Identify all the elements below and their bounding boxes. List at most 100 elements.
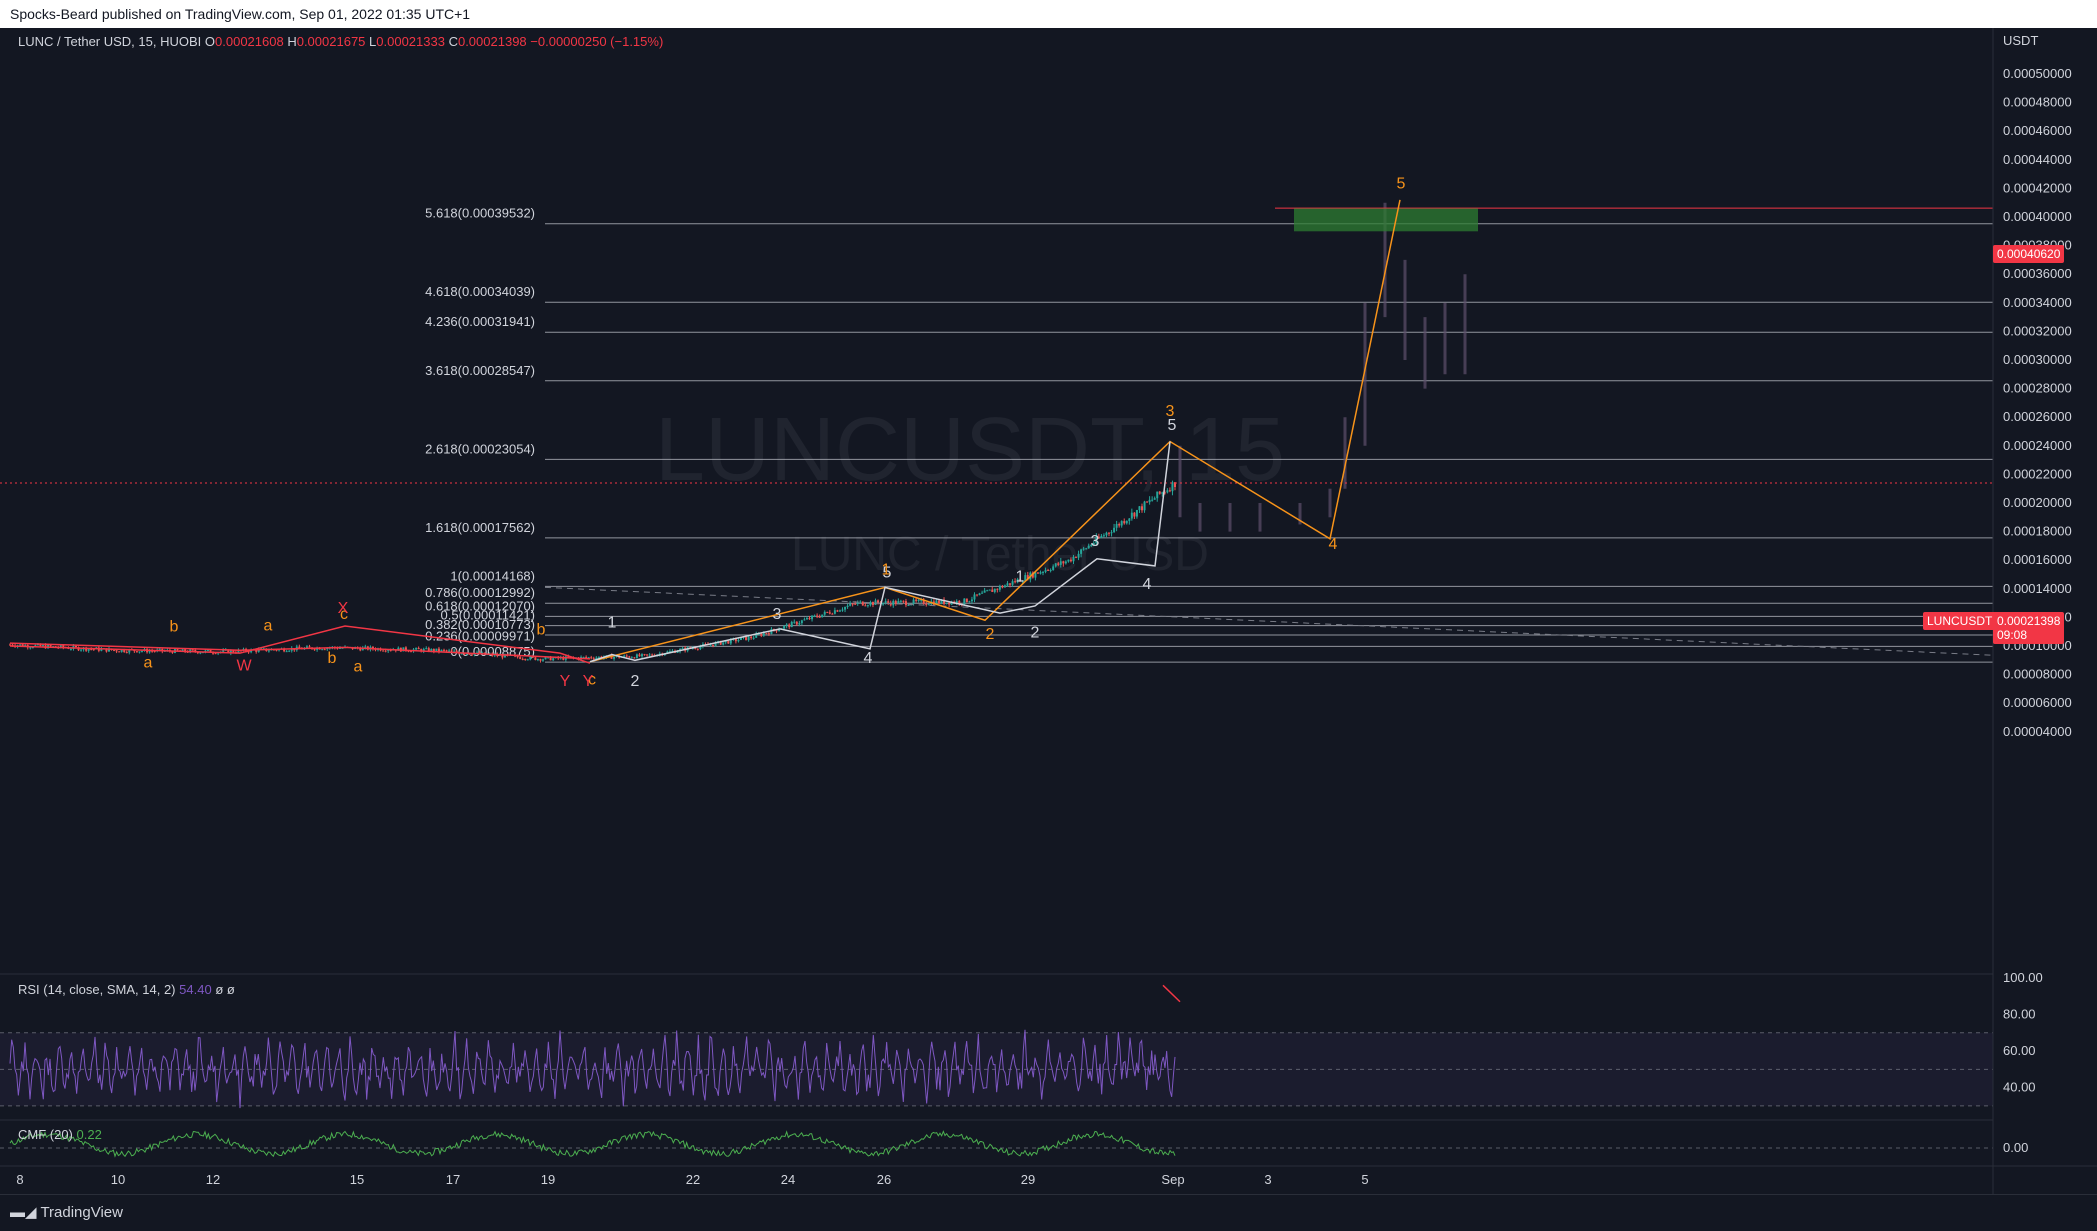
candle-body (838, 610, 841, 612)
candle-body (29, 647, 32, 649)
candle-body (305, 646, 308, 648)
time-tick: 5 (1361, 1172, 1368, 1187)
candle-body (760, 633, 763, 636)
candle-body (785, 624, 788, 626)
candle-body (125, 652, 128, 654)
wave-label: W (236, 657, 252, 674)
candle-body (917, 599, 920, 601)
candle-body (887, 601, 890, 603)
wave-label: 3 (1166, 403, 1175, 420)
candle-body (1049, 569, 1052, 571)
candle-body (1087, 545, 1090, 549)
wave-label: 1 (1016, 569, 1025, 586)
candle-body (590, 657, 593, 659)
candle-body (800, 620, 803, 624)
time-tick: 8 (16, 1172, 23, 1187)
candle-body (831, 613, 834, 615)
fib-label: 4.236(0.00031941) (425, 314, 535, 329)
candle-body (861, 601, 864, 606)
candle-body (998, 586, 1001, 590)
rsi-tick: 40.00 (2003, 1080, 2036, 1095)
candle-body (41, 645, 44, 647)
candle-body (826, 611, 829, 613)
candle-body (1062, 561, 1065, 564)
rsi-tick: 100.00 (2003, 970, 2043, 985)
price-tick: 0.00018000 (2003, 524, 2072, 539)
cmf-tick: 0.00 (2003, 1140, 2028, 1155)
countdown: 09:08 (1997, 628, 2028, 642)
candle-body (1158, 491, 1161, 494)
candle-body (818, 616, 821, 618)
rsi-tick: 60.00 (2003, 1043, 2036, 1058)
wave-label: b (328, 650, 337, 667)
wave-label: 4 (1329, 536, 1338, 553)
candle-body (871, 602, 874, 605)
candle-body (470, 654, 473, 656)
chart-svg[interactable]: LUNCUSDT, 15 LUNC / Tether USD 5.618(0.0… (0, 0, 2097, 1194)
candle-body (643, 654, 646, 656)
price-tick: 0.00028000 (2003, 381, 2072, 396)
candle-body (1001, 586, 1004, 588)
fib-label: 1.618(0.00017562) (425, 520, 535, 535)
candle-body (1115, 523, 1118, 528)
candle-body (788, 624, 791, 628)
candle-body (983, 590, 986, 593)
time-axis[interactable]: 8 10 12 15 17 19 22 24 26 29 Sep 3 5 (16, 1172, 1368, 1187)
candle-body (927, 604, 930, 606)
candle-body (1067, 559, 1070, 562)
alert-price-tag[interactable]: 0.00040620 (1993, 245, 2065, 263)
rsi-legend: RSI (14, close, SMA, 14, 2) 54.40 ø ø (18, 982, 235, 997)
candle-body (1072, 556, 1075, 562)
candle-body (709, 644, 712, 646)
candle-body (864, 605, 867, 607)
candle-body (628, 656, 631, 658)
candle-body (313, 649, 316, 651)
rsi-tick: 80.00 (2003, 1007, 2036, 1022)
candle-body (625, 655, 628, 657)
price-tick: 0.00004000 (2003, 724, 2072, 739)
candle-body (904, 601, 907, 606)
tradingview-logo[interactable]: ▬◢ TradingView (10, 1203, 123, 1221)
price-tick: 0.00032000 (2003, 323, 2072, 338)
candle-body (1141, 506, 1144, 511)
wave-label: 2 (631, 673, 640, 690)
candle-body (803, 619, 806, 621)
candle-body (894, 600, 897, 604)
watermark-description: LUNC / Tether USD (791, 528, 1209, 581)
time-tick: 26 (877, 1172, 891, 1187)
candle-body (722, 642, 725, 645)
candle-body (925, 603, 928, 605)
fib-label: 0(0.00008875) (450, 644, 535, 659)
candle-body (1151, 499, 1154, 501)
candle-body (415, 647, 418, 650)
candle-body (445, 650, 448, 652)
candle-body (813, 615, 816, 617)
candle-body (765, 633, 768, 635)
candle-body (737, 640, 740, 642)
time-tick: 3 (1264, 1172, 1271, 1187)
candle-body (790, 621, 793, 628)
candle-body (646, 654, 649, 656)
candle-body (1054, 563, 1057, 567)
candle-body (1118, 523, 1121, 526)
candle-body (783, 625, 786, 629)
candle-body (158, 648, 161, 650)
candle-body (410, 651, 413, 653)
candle-body (811, 615, 814, 620)
candle-body (115, 650, 118, 652)
fib-label: 4.618(0.00034039) (425, 284, 535, 299)
candle-body (651, 654, 654, 656)
candle-body (382, 650, 385, 652)
candle-body (869, 602, 872, 606)
wave-label: 1 (882, 562, 891, 579)
candle-body (87, 649, 90, 651)
candle-body (892, 600, 895, 606)
legend-open: 0.00021608 (215, 34, 284, 49)
candle-body (267, 650, 270, 652)
candle-body (1148, 499, 1151, 503)
candle-body (1100, 535, 1103, 538)
candle-body (1113, 527, 1116, 533)
candle-body (638, 654, 641, 657)
candle-body (1011, 581, 1014, 585)
candle-body (1009, 583, 1012, 585)
